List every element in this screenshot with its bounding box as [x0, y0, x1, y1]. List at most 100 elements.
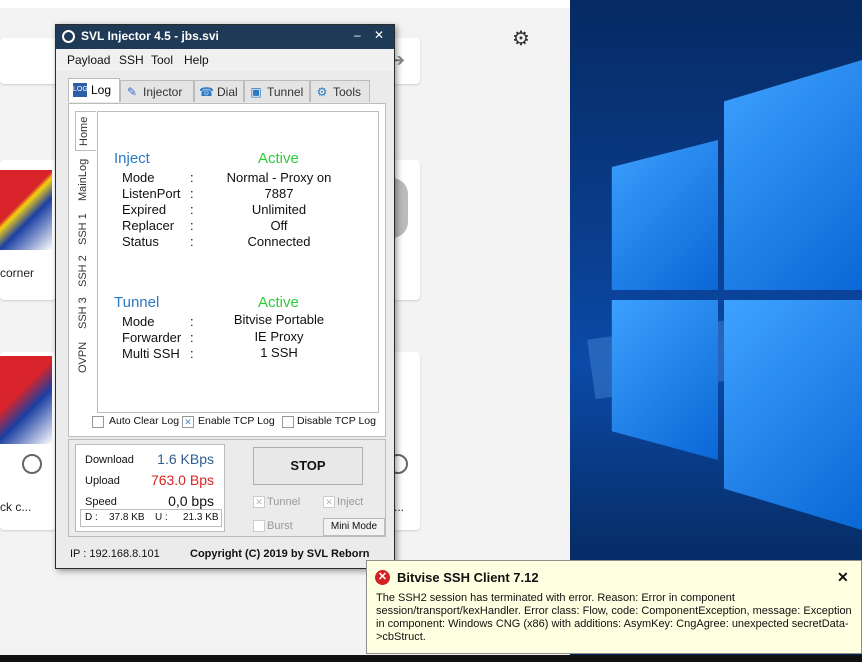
tunnel-forwarder-value: IE Proxy	[254, 329, 304, 344]
menu-ssh[interactable]: SSH	[119, 53, 144, 67]
status-bar: IP : 192.168.8.101 Copyright (C) 2019 by…	[56, 543, 394, 567]
menu-help[interactable]: Help	[184, 53, 209, 67]
u-label: U :	[155, 512, 168, 523]
notification-title: Bitvise SSH Client 7.12	[397, 570, 539, 585]
tab-injector[interactable]: ✎ Injector	[120, 80, 194, 102]
vertical-tabs: Home MainLog SSH 1 SSH 2 SSH 3 OVPN	[75, 111, 96, 431]
tab-label: Log	[91, 83, 112, 97]
menu-payload[interactable]: Payload	[67, 53, 110, 67]
inject-status-label: Status	[122, 234, 159, 249]
disable-tcp-log-label: Disable TCP Log	[297, 415, 376, 427]
inject-status-value: Connected	[247, 234, 311, 249]
vtab-ssh2[interactable]: SSH 2	[75, 247, 95, 287]
notification-body: The SSH2 session has terminated with err…	[376, 592, 852, 643]
browser-topbar	[0, 0, 570, 8]
vtab-mainlog[interactable]: MainLog	[75, 151, 95, 203]
auto-clear-log-label: Auto Clear Log	[109, 415, 180, 427]
traffic-stats: Download 1.6 KBps Upload 763.0 Bps Speed…	[75, 444, 225, 532]
colon: :	[190, 186, 194, 201]
stop-button[interactable]: STOP	[253, 447, 363, 485]
tab-label: Tools	[333, 85, 362, 99]
ip-address: IP : 192.168.8.101	[70, 548, 160, 560]
auto-clear-log-checkbox[interactable]	[92, 416, 104, 428]
tunnel-forwarder-label: Forwarder	[122, 330, 182, 345]
colon: :	[190, 314, 194, 329]
log-options: Auto Clear Log ✕ Enable TCP Log Disable …	[68, 413, 384, 433]
inject-title: Inject	[114, 150, 150, 167]
home-panel: Inject Active Mode : Normal - Proxy on L…	[97, 111, 379, 413]
tunnel-option-checkbox[interactable]: ✕	[253, 496, 265, 508]
app-card[interactable]	[392, 160, 420, 300]
app-logo-icon	[62, 30, 75, 43]
colon: :	[190, 170, 194, 185]
data-totals: D : 37.8 KB U : 21.3 KB	[80, 509, 222, 527]
tunnel-mode-label: Mode	[122, 314, 155, 329]
upload-label: Upload	[85, 475, 120, 487]
vtab-ssh3[interactable]: SSH 3	[75, 289, 95, 329]
error-notification[interactable]: ✕ Bitvise SSH Client 7.12 ✕ The SSH2 ses…	[366, 560, 862, 654]
colon: :	[190, 234, 194, 249]
speed-value: 0,0 bps	[168, 493, 214, 509]
card-caption: ck c...	[0, 500, 32, 514]
tab-label: Tunnel	[267, 85, 304, 99]
mini-mode-button[interactable]: Mini Mode	[323, 518, 385, 536]
vtab-ssh1[interactable]: SSH 1	[75, 205, 95, 245]
phone-icon: ☎	[199, 85, 214, 99]
d-value: 37.8 KB	[109, 512, 145, 523]
tunnel-mode-value: Bitvise Portable	[233, 312, 325, 327]
inject-option-label: Inject	[337, 496, 364, 508]
tools-icon: ⚙	[316, 85, 328, 99]
menu-bar: Payload SSH Tool Help	[56, 49, 394, 71]
u-value: 21.3 KB	[183, 512, 219, 523]
tab-log[interactable]: LOG Log	[68, 78, 120, 102]
error-icon: ✕	[375, 570, 390, 585]
main-tabs: LOG Log ✎ Injector ☎ Dial ▣ Tunnel ⚙ Too…	[68, 78, 388, 104]
taskbar	[0, 655, 862, 662]
burst-option-label: Burst	[267, 520, 293, 532]
enable-tcp-log-label: Enable TCP Log	[198, 415, 275, 427]
tab-tools[interactable]: ⚙ Tools	[310, 80, 370, 102]
tab-dial[interactable]: ☎ Dial	[194, 80, 244, 102]
tab-label: Injector	[143, 85, 183, 99]
minimize-button[interactable]: –	[354, 28, 361, 42]
tab-tunnel[interactable]: ▣ Tunnel	[244, 80, 310, 102]
tunnel-option-label: Tunnel	[267, 496, 301, 508]
d-label: D :	[85, 512, 98, 523]
card-caption: ...	[394, 500, 405, 514]
window-title: SVL Injector 4.5 - jbs.svi	[81, 29, 219, 43]
close-button[interactable]: ✕	[374, 28, 384, 42]
card-caption: corner	[0, 266, 35, 280]
download-value: 1.6 KBps	[157, 451, 214, 467]
close-icon[interactable]: ✕	[837, 569, 849, 586]
inject-option-checkbox[interactable]: ✕	[323, 496, 335, 508]
inject-expired-value: Unlimited	[251, 202, 307, 217]
vtab-home[interactable]: Home	[75, 111, 96, 151]
inject-listenport-value: 7887	[264, 186, 294, 201]
gear-icon[interactable]: ⚙	[512, 26, 530, 51]
inject-mode-label: Mode	[122, 170, 155, 185]
cube-thumbnail	[0, 356, 52, 444]
copyright: Copyright (C) 2019 by SVL Reborn	[190, 548, 370, 560]
tunnel-multissh-value: 1 SSH	[260, 345, 298, 360]
burst-option-checkbox[interactable]	[253, 520, 265, 532]
vtab-ovpn[interactable]: OVPN	[75, 331, 95, 373]
enable-tcp-log-checkbox[interactable]: ✕	[182, 416, 194, 428]
inject-replacer-value: Off	[270, 218, 288, 233]
tunnel-title: Tunnel	[114, 294, 160, 311]
tunnel-multissh-label: Multi SSH	[122, 346, 180, 361]
inject-expired-label: Expired	[122, 202, 167, 217]
upload-value: 763.0 Bps	[150, 472, 214, 488]
log-content: Home MainLog SSH 1 SSH 2 SSH 3 OVPN Inje…	[68, 103, 386, 437]
menu-tool[interactable]: Tool	[151, 53, 173, 67]
svl-injector-window: SVL Injector 4.5 - jbs.svi – ✕ Payload S…	[55, 24, 395, 569]
inject-replacer-label: Replacer	[122, 218, 175, 233]
colon: :	[190, 202, 194, 217]
tunnel-status: Active	[258, 294, 299, 311]
inject-status: Active	[258, 150, 299, 167]
tab-label: Dial	[217, 85, 238, 99]
log-icon: LOG	[73, 83, 88, 97]
colon: :	[190, 346, 194, 361]
title-bar[interactable]: SVL Injector 4.5 - jbs.svi – ✕	[56, 25, 394, 49]
disable-tcp-log-checkbox[interactable]	[282, 416, 294, 428]
speed-label: Speed	[85, 496, 117, 508]
